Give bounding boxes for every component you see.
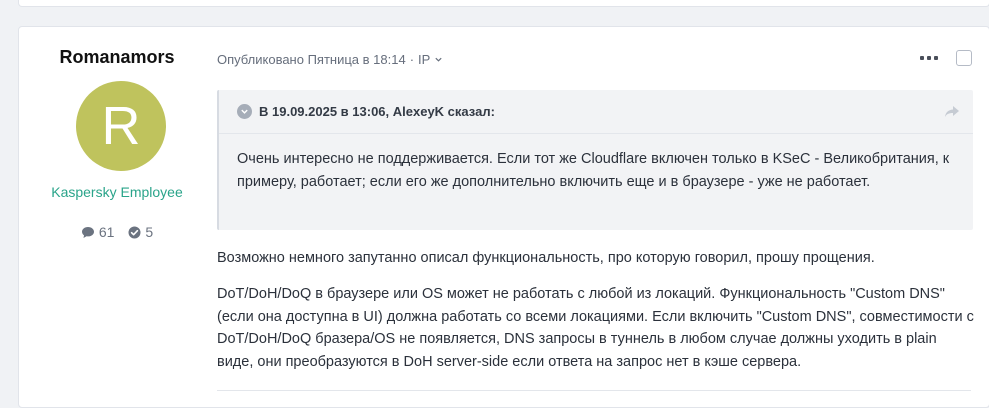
- previous-post-card: [18, 0, 989, 7]
- quote-citation[interactable]: В 19.09.2025 в 13:06, AlexeyK сказал:: [259, 104, 495, 119]
- forum-post: Romanamors R Kaspersky Employee 61 5 Опу…: [18, 26, 989, 408]
- quote-block: В 19.09.2025 в 13:06, AlexeyK сказал: Оч…: [217, 90, 973, 230]
- post-paragraph: DoT/DoH/DoQ в браузере или OS может не р…: [217, 286, 974, 370]
- comment-icon: [81, 226, 94, 238]
- check-circle-icon: [128, 226, 141, 238]
- avatar[interactable]: R: [76, 81, 166, 171]
- reputation-stat: 5: [128, 224, 153, 240]
- chevron-down-icon[interactable]: [434, 55, 443, 64]
- published-date[interactable]: Опубликовано Пятница в 18:14: [217, 52, 406, 67]
- comments-count: 61: [98, 224, 115, 240]
- author-role: Kaspersky Employee: [51, 184, 183, 200]
- quote-text: Очень интересно не поддерживается. Если …: [237, 151, 950, 190]
- reputation-count: 5: [145, 224, 154, 240]
- share-icon[interactable]: [945, 106, 959, 117]
- post-paragraph: Возможно немного запутанно описал функци…: [217, 250, 875, 266]
- chevron-down-icon[interactable]: [237, 104, 252, 119]
- author-stats: 61 5: [19, 224, 215, 240]
- post-meta: Опубликовано Пятница в 18:14 · IP: [217, 52, 443, 67]
- ip-label[interactable]: IP: [418, 52, 430, 67]
- comments-stat: 61: [81, 224, 115, 240]
- author-name[interactable]: Romanamors: [19, 47, 215, 68]
- ellipsis-icon[interactable]: [920, 51, 938, 65]
- select-post-checkbox[interactable]: [956, 50, 972, 66]
- meta-separator: ·: [409, 52, 415, 67]
- quote-header: В 19.09.2025 в 13:06, AlexeyK сказал:: [219, 90, 973, 134]
